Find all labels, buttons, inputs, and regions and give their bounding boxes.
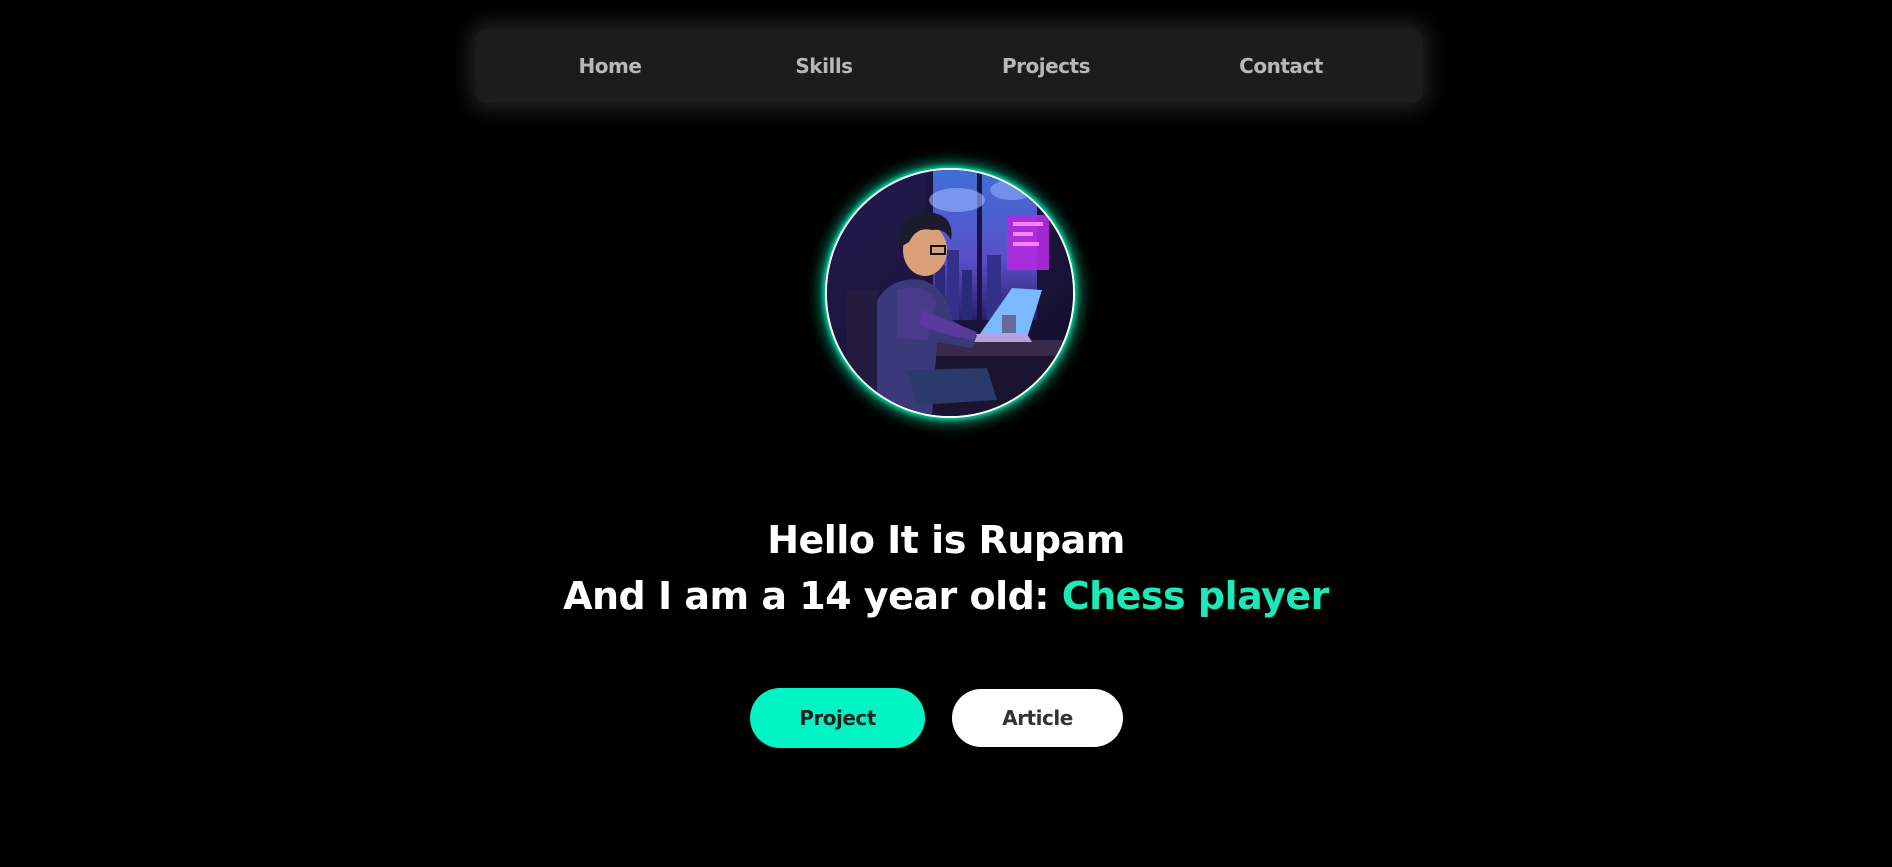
avatar-illustration-icon [827,170,1073,416]
nav-item-projects[interactable]: Projects [1002,29,1091,103]
nav-item-home[interactable]: Home [579,29,642,103]
greeting-heading: Hello It is Rupam [767,518,1125,562]
nav-item-contact[interactable]: Contact [1239,29,1323,103]
avatar [825,168,1075,418]
navbar: Home Skills Projects Contact [476,29,1422,103]
nav-item-skills[interactable]: Skills [795,29,853,103]
role-highlight: Chess player [1061,574,1330,618]
project-button[interactable]: Project [750,688,925,748]
article-button[interactable]: Article [952,689,1123,747]
role-prefix: And I am a 14 year old: [563,574,1062,618]
role-line: And I am a 14 year old: Chess player [0,574,1892,618]
page: Home Skills Projects Contact Hello It is… [0,0,1892,867]
